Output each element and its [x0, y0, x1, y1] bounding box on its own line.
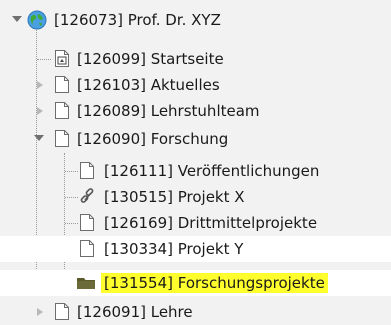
tree-node-label[interactable]: [126099] Startseite	[77, 49, 224, 69]
expand-toggle-icon[interactable]	[34, 135, 44, 141]
folder-icon	[77, 278, 95, 289]
page-icon	[55, 76, 69, 93]
page-icon	[55, 130, 69, 147]
expand-toggle-icon[interactable]	[12, 16, 22, 22]
page-tree: [126073] Prof. Dr. XYZ [126099] Startsei…	[0, 0, 391, 322]
tree-node-lehre[interactable]: [126091] Lehre	[0, 299, 391, 325]
tree-node-label[interactable]: [126090] Forschung	[77, 129, 228, 149]
tree-node-label[interactable]: [126169] Drittmittelprojekte	[104, 213, 317, 233]
tree-node-label[interactable]: [126111] Veröffentlichungen	[104, 161, 319, 181]
page-icon	[80, 214, 94, 231]
tree-node-label[interactable]: [130334] Projekt Y	[104, 239, 243, 259]
tree-node-label-selected[interactable]: [131554] Forschungsprojekte	[101, 273, 328, 293]
expand-toggle-icon[interactable]	[37, 81, 43, 89]
tree-node-label[interactable]: [126103] Aktuelles	[77, 75, 220, 95]
tree-node-label[interactable]: [130515] Projekt X	[104, 187, 245, 207]
tree-node-label[interactable]: [126073] Prof. Dr. XYZ	[54, 10, 221, 30]
tree-node-aktuelles[interactable]: [126103] Aktuelles	[0, 72, 391, 98]
tree-node-startseite[interactable]: [126099] Startseite	[0, 46, 391, 72]
tree-node-root[interactable]: [126073] Prof. Dr. XYZ	[0, 7, 391, 33]
home-page-icon	[55, 50, 69, 67]
tree-node-label[interactable]: [126091] Lehre	[77, 302, 193, 322]
tree-node-projekt-x[interactable]: [130515] Projekt X	[0, 184, 391, 210]
tree-node-drittmittelprojekte[interactable]: [126169] Drittmittelprojekte	[0, 210, 391, 236]
tree-node-forschung[interactable]: [126090] Forschung	[0, 126, 391, 152]
globe-icon	[27, 10, 47, 30]
tree-node-label[interactable]: [126089] Lehrstuhlteam	[77, 101, 260, 121]
page-icon	[55, 303, 69, 320]
page-icon	[80, 240, 94, 257]
page-icon	[55, 102, 69, 119]
expand-toggle-icon[interactable]	[37, 107, 43, 115]
tree-node-forschungsprojekte[interactable]: [131554] Forschungsprojekte	[0, 270, 391, 296]
link-icon	[80, 188, 94, 203]
tree-node-lehrstuhlteam[interactable]: [126089] Lehrstuhlteam	[0, 98, 391, 124]
tree-node-projekt-y[interactable]: [130334] Projekt Y	[0, 236, 391, 262]
page-icon	[80, 162, 94, 179]
tree-node-veroeffentlichungen[interactable]: [126111] Veröffentlichungen	[0, 158, 391, 184]
expand-toggle-icon[interactable]	[37, 308, 43, 316]
